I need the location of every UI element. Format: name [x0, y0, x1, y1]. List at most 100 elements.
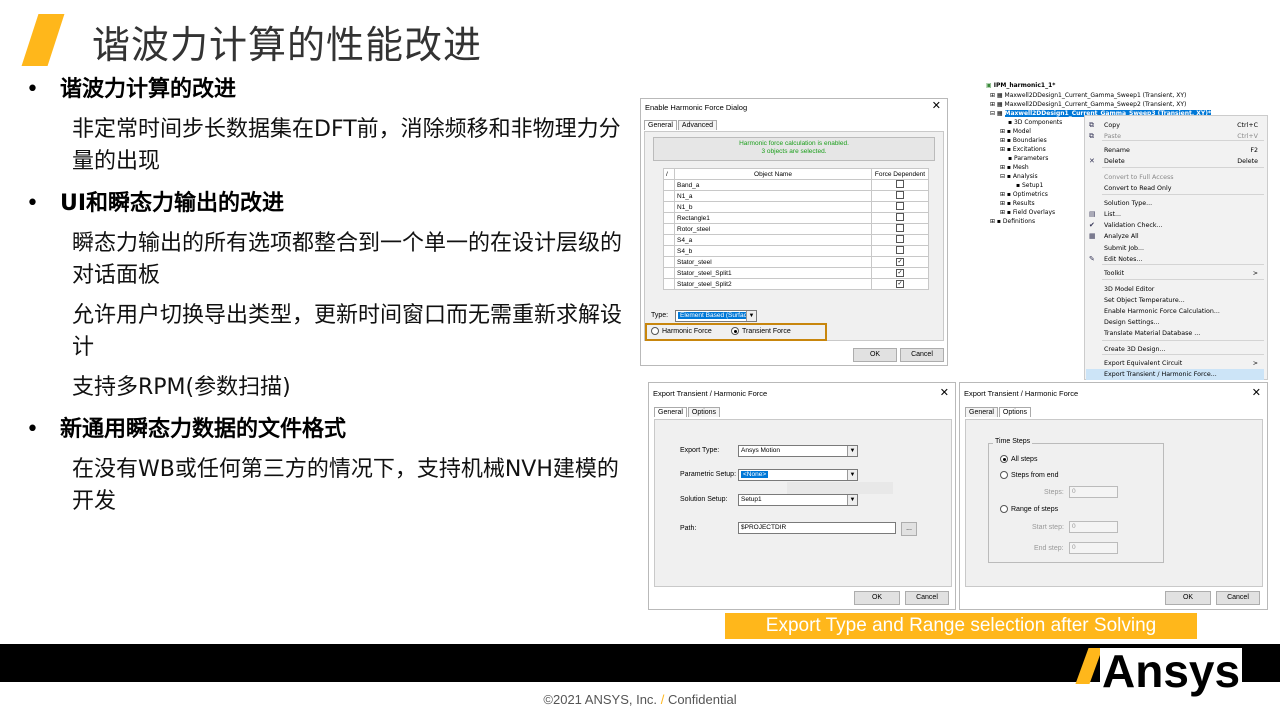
chevron-down-icon: ▼ [746, 311, 756, 321]
tree-item-analysis[interactable]: ⊟ ▪ Analysis [1000, 173, 1038, 180]
table-row[interactable]: S4_a [663, 234, 929, 246]
project-root[interactable]: ▣ IPM_harmonic1_1* [986, 82, 1055, 89]
design-item-2[interactable]: ⊞ ▦ Maxwell2DDesign1_Current_Gamma_Sweep… [990, 101, 1186, 108]
tree-item-field-overlays[interactable]: ⊞ ▪ Field Overlays [1000, 209, 1055, 216]
tab-options[interactable]: Options [687, 407, 721, 417]
tree-item-boundaries[interactable]: ⊞ ▪ Boundaries [1000, 137, 1047, 144]
checkbox-icon[interactable] [896, 202, 904, 210]
menu-separator [1102, 354, 1264, 355]
menu-item[interactable]: Export Transient / Harmonic Force... [1104, 371, 1217, 378]
checkbox-icon[interactable] [896, 180, 904, 188]
cancel-button[interactable]: Cancel [1216, 591, 1260, 605]
table-row[interactable]: Rotor_steel [663, 223, 929, 235]
ok-button[interactable]: OK [854, 591, 900, 605]
menu-item-shortcut: F2 [1250, 147, 1258, 154]
radio-steps-from-end[interactable]: Steps from end [1000, 471, 1058, 479]
close-icon[interactable]: ✕ [932, 99, 941, 112]
bullet-2-sub-1: 瞬态力输出的所有选项都整合到一个单一的在设计层级的对话面板 [72, 231, 623, 288]
menu-item[interactable]: Convert to Read Only [1104, 185, 1171, 192]
menu-item[interactable]: Create 3D Design... [1104, 346, 1166, 353]
type-select[interactable]: Element Based (Surface) ▼ [675, 310, 757, 322]
checkbox-icon[interactable] [896, 224, 904, 232]
path-input[interactable]: $PROJECTDIR [738, 522, 896, 534]
radio-transient-force[interactable]: Transient Force [731, 327, 791, 335]
tree-item-setup1[interactable]: ▪ Setup1 [1016, 182, 1043, 189]
tree-item-parameters[interactable]: ▪ Parameters [1008, 155, 1048, 162]
table-row[interactable]: Rectangle1 [663, 212, 929, 224]
chevron-down-icon: ▼ [847, 495, 857, 505]
steps-input[interactable]: 0 [1069, 486, 1118, 498]
menu-item[interactable]: Submit Job... [1104, 245, 1144, 252]
menu-item[interactable]: 3D Model Editor [1104, 286, 1154, 293]
tree-label: Definitions [1002, 218, 1036, 225]
menu-separator [1102, 264, 1264, 265]
menu-item[interactable]: Export Equivalent Circuit [1104, 360, 1182, 367]
close-icon[interactable]: ✕ [940, 386, 949, 399]
ok-button[interactable]: OK [1165, 591, 1211, 605]
cancel-button[interactable]: Cancel [905, 591, 949, 605]
menu-item[interactable]: Translate Material Database ... [1104, 330, 1200, 337]
validation-icon: ✔ [1089, 221, 1095, 229]
menu-item[interactable]: Solution Type... [1104, 200, 1152, 207]
end-step-input[interactable]: 0 [1069, 542, 1118, 554]
menu-item-shortcut: > [1252, 270, 1258, 277]
menu-item[interactable]: Delete [1104, 158, 1125, 165]
tree-item-results[interactable]: ⊞ ▪ Results [1000, 200, 1035, 207]
tab-general[interactable]: General [644, 120, 677, 130]
browse-button[interactable]: ... [901, 522, 917, 536]
menu-item[interactable]: Design Settings... [1104, 319, 1160, 326]
menu-item[interactable]: Set Object Temperature... [1104, 297, 1185, 304]
radio-range-of-steps[interactable]: Range of steps [1000, 505, 1058, 513]
menu-item[interactable]: Convert to Full Access [1104, 174, 1174, 181]
checkbox-icon[interactable] [896, 246, 904, 254]
checkbox-icon[interactable] [896, 235, 904, 243]
checkbox-checked-icon[interactable]: ✓ [896, 258, 904, 266]
tree-item-excitations[interactable]: ⊞ ▪ Excitations [1000, 146, 1046, 153]
ok-button[interactable]: OK [853, 348, 897, 362]
menu-item[interactable]: Copy [1104, 122, 1120, 129]
design-item-1[interactable]: ⊞ ▦ Maxwell2DDesign1_Current_Gamma_Sweep… [990, 92, 1186, 99]
menu-item[interactable]: Toolkit [1104, 270, 1124, 277]
menu-item[interactable]: Enable Harmonic Force Calculation... [1104, 308, 1220, 315]
menu-item[interactable]: List... [1104, 211, 1121, 218]
checkbox-checked-icon[interactable]: ✓ [896, 269, 904, 277]
tree-item-model[interactable]: ⊞ ▪ Model [1000, 128, 1031, 135]
object-name-header[interactable]: Object Name [674, 168, 872, 180]
tree-item-definitions[interactable]: ⊞ ▪ Definitions [990, 218, 1035, 225]
close-icon[interactable]: ✕ [1252, 386, 1261, 399]
menu-item[interactable]: Paste [1104, 133, 1121, 140]
table-row[interactable]: N1_b [663, 201, 929, 213]
table-row[interactable]: N1_a [663, 190, 929, 202]
checkbox-icon[interactable] [896, 191, 904, 199]
checkbox-checked-icon[interactable]: ✓ [896, 280, 904, 288]
title-accent-slash [21, 14, 65, 66]
tab-general[interactable]: General [654, 407, 687, 417]
tab-options[interactable]: Options [998, 407, 1032, 417]
tree-item-optimetrics[interactable]: ⊞ ▪ Optimetrics [1000, 191, 1048, 198]
menu-item[interactable]: Edit Notes... [1104, 256, 1142, 263]
tab-general[interactable]: General [965, 407, 998, 417]
sort-column-header[interactable]: / [663, 168, 675, 180]
cancel-button[interactable]: Cancel [900, 348, 944, 362]
start-step-input[interactable]: 0 [1069, 521, 1118, 533]
menu-item[interactable]: Analyze All [1104, 233, 1139, 240]
menu-item[interactable]: Rename [1104, 147, 1130, 154]
table-row[interactable]: Stator_steel_Split1 ✓ [663, 267, 929, 279]
parametric-setup-select[interactable]: <None> ▼ [738, 469, 858, 481]
table-row[interactable]: S4_b [663, 245, 929, 257]
table-row[interactable]: Stator_steel_Split2 ✓ [663, 278, 929, 290]
tree-item-3d-components[interactable]: ▪ 3D Components [1008, 119, 1062, 126]
export-dialog-options: Export Transient / Harmonic Force ✕ Gene… [959, 382, 1268, 610]
menu-item[interactable]: Validation Check... [1104, 222, 1162, 229]
checkbox-icon[interactable] [896, 213, 904, 221]
tab-advanced[interactable]: Advanced [677, 120, 718, 130]
tree-item-mesh[interactable]: ⊞ ▪ Mesh [1000, 164, 1029, 171]
table-row[interactable]: Stator_steel ✓ [663, 256, 929, 268]
export-type-select[interactable]: Ansys Motion ▼ [738, 445, 858, 457]
radio-harmonic-force[interactable]: Harmonic Force [651, 327, 712, 335]
table-row[interactable]: Band_a [663, 179, 929, 191]
force-dependent-header[interactable]: Force Dependent [871, 168, 929, 180]
solution-setup-select[interactable]: Setup1 ▼ [738, 494, 858, 506]
radio-all-steps[interactable]: All steps [1000, 455, 1037, 463]
bullet-1-text: 谐波力计算的改进 [60, 77, 237, 102]
